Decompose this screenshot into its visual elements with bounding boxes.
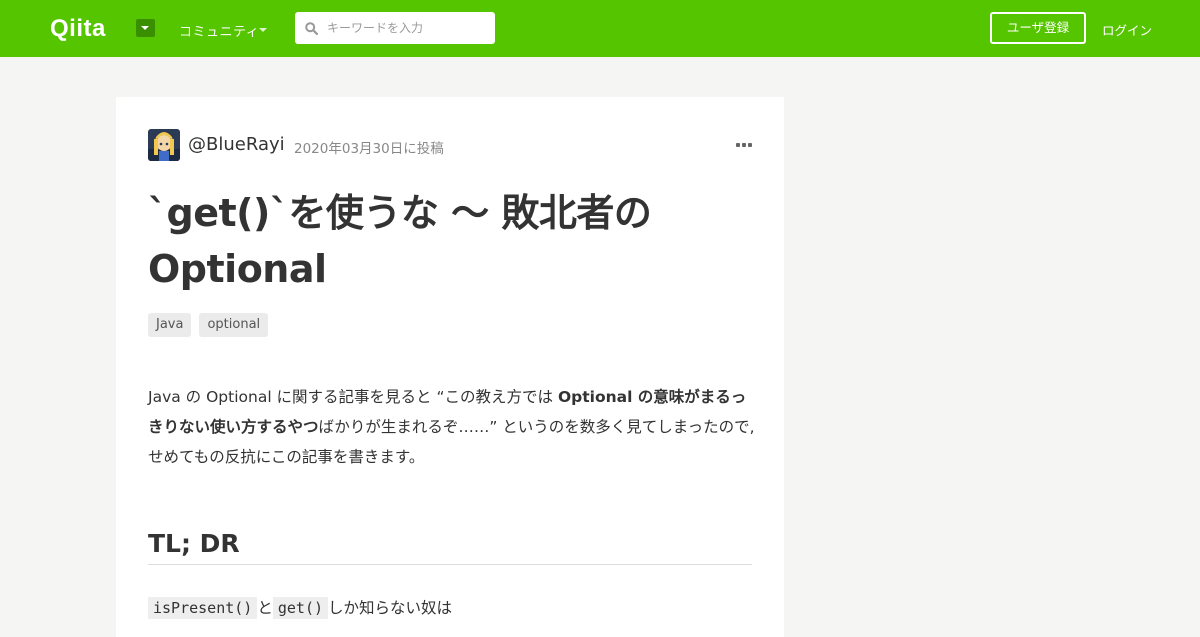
- tag-java[interactable]: Java: [148, 313, 192, 337]
- signup-button[interactable]: ユーザ登録: [990, 12, 1086, 44]
- body-line-tail: しか知らない奴は: [328, 599, 453, 617]
- title-line-1: `get()`を使うな ～ 敗北者の: [148, 191, 652, 235]
- community-menu[interactable]: コミュニティ: [179, 21, 259, 40]
- intro-paragraph: Java の Optional に関する記事を見ると “この教え方では Opti…: [148, 382, 756, 472]
- article-card: @BlueRayi 2020年03月30日に投稿 `get()`を使うな ～ 敗…: [116, 97, 784, 637]
- top-navbar: Qiita コミュニティ ユーザ登録 ログイン: [0, 0, 1200, 57]
- search-input[interactable]: [327, 18, 487, 38]
- qiita-logo[interactable]: Qiita: [50, 15, 126, 41]
- login-link[interactable]: ログイン: [1102, 20, 1152, 39]
- more-options-icon[interactable]: [736, 143, 752, 148]
- section-heading: TL; DR: [148, 529, 752, 565]
- title-line-2: Optional: [148, 247, 327, 291]
- author-link[interactable]: @BlueRayi: [188, 134, 285, 155]
- logo-dropdown-button[interactable]: [136, 19, 155, 37]
- search-box[interactable]: [295, 12, 495, 44]
- inline-code-get: get(): [272, 597, 329, 619]
- intro-text: Java の Optional に関する記事を見ると “この教え方では: [148, 388, 558, 406]
- connector-text: と: [257, 599, 273, 617]
- author-avatar[interactable]: [148, 129, 180, 161]
- search-icon: [305, 22, 318, 35]
- chevron-down-icon: [259, 28, 267, 32]
- posted-date: 2020年03月30日に投稿: [294, 141, 444, 157]
- body-line: isPresent() と get() しか知らない奴は: [148, 595, 452, 621]
- svg-text:Qiita: Qiita: [50, 15, 106, 41]
- tag-list: Java optional: [148, 313, 269, 337]
- inline-code-ispresent: isPresent(): [148, 597, 258, 619]
- tag-optional[interactable]: optional: [199, 313, 269, 337]
- article-title: `get()`を使うな ～ 敗北者の Optional: [148, 185, 748, 297]
